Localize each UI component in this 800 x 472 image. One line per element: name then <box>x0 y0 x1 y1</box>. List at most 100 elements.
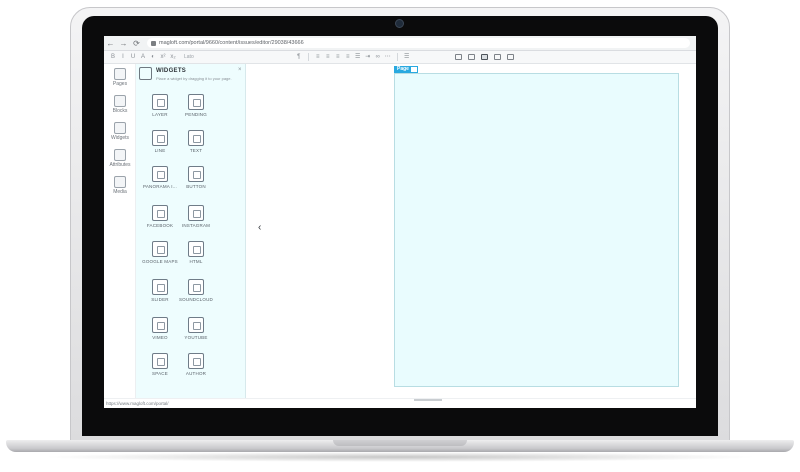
more-icon[interactable]: ⋯ <box>383 51 393 64</box>
widget-youtube[interactable]: YOUTUBE <box>178 317 214 347</box>
space-icon <box>152 353 168 369</box>
rail-item-media[interactable]: Media <box>107 176 133 195</box>
status-link: https://www.magloft.com/portal/ <box>106 401 169 406</box>
youtube-icon <box>188 317 204 333</box>
rail-item-widgets[interactable]: Widgets <box>107 122 133 141</box>
widgets-icon <box>139 67 152 80</box>
widget-soundcloud[interactable]: SOUNDCLOUD <box>178 279 214 309</box>
pending-icon <box>188 94 204 110</box>
widget-label: YOUTUBE <box>184 335 208 340</box>
rail-item-attributes[interactable]: Attributes <box>107 149 133 168</box>
widget-label: LAYER <box>152 112 168 117</box>
editor-toolbar: B I U A ◐ x² x₂ Lato ¶ ≡ ≡ ≡ ≡ ☰ ⇥ ∞ ⋯ ☰ <box>104 51 696 64</box>
collapse-panel-icon[interactable]: ‹ <box>258 222 261 233</box>
line-icon <box>152 130 168 146</box>
widget-google-maps[interactable]: GOOGLE MAPS <box>142 241 178 271</box>
widget-space[interactable]: SPACE <box>142 353 178 383</box>
screen: ← → ⟳ magloft.com/portal/9660/content/is… <box>104 36 696 408</box>
forward-icon[interactable]: → <box>117 37 130 50</box>
align-right-icon[interactable]: ≡ <box>333 51 343 64</box>
justify-icon[interactable]: ≡ <box>343 51 353 64</box>
superscript-icon[interactable]: x² <box>158 51 168 64</box>
widgets-panel: WIDGETS Place a widget by dragging it to… <box>136 64 246 398</box>
paragraph-icon[interactable]: ¶ <box>294 51 304 64</box>
widget-vimeo[interactable]: VIMEO <box>142 317 178 347</box>
widget-label: TEXT <box>189 148 203 153</box>
back-icon[interactable]: ← <box>104 37 117 50</box>
pages-icon <box>114 68 126 80</box>
fill-icon[interactable]: ◐ <box>148 51 158 64</box>
facebook-icon <box>152 205 168 221</box>
widget-label: INSTAGRAM <box>181 223 211 228</box>
left-rail: Pages Blocks Widgets Attributes Media <box>104 64 136 398</box>
widget-label: HTML <box>189 259 203 264</box>
reload-icon[interactable]: ⟳ <box>130 37 143 50</box>
browser-bar: ← → ⟳ magloft.com/portal/9660/content/is… <box>104 36 696 51</box>
bold-icon[interactable]: B <box>108 51 118 64</box>
rail-label: Widgets <box>110 135 130 141</box>
attributes-icon <box>114 149 126 161</box>
phone-landscape-device-icon[interactable] <box>467 54 475 60</box>
text-color-icon[interactable]: A <box>138 51 148 64</box>
blocks-icon <box>114 95 126 107</box>
widget-author[interactable]: AUTHOR <box>178 353 214 383</box>
panorama-icon <box>152 166 168 182</box>
widget-line[interactable]: LINE <box>142 130 178 160</box>
widget-button[interactable]: BUTTON <box>178 166 214 196</box>
button-icon <box>188 166 204 182</box>
subscript-icon[interactable]: x₂ <box>168 51 178 64</box>
widget-instagram[interactable]: INSTAGRAM <box>178 205 214 235</box>
panel-subtitle: Place a widget by dragging it to your pa… <box>156 76 232 81</box>
layer-icon <box>152 94 168 110</box>
widget-label: AUTHOR <box>185 371 207 376</box>
rail-label: Blocks <box>112 108 128 114</box>
italic-icon[interactable]: I <box>118 51 128 64</box>
widget-label: SLIDER <box>151 297 169 302</box>
widget-slider[interactable]: SLIDER <box>142 279 178 309</box>
widget-label: GOOGLE MAPS <box>142 259 178 264</box>
page-canvas[interactable] <box>394 73 679 387</box>
font-select[interactable]: Lato <box>184 54 194 60</box>
laptop-notch <box>333 440 467 446</box>
address-bar[interactable]: magloft.com/portal/9660/content/issues/e… <box>147 38 690 48</box>
soundcloud-icon <box>188 279 204 295</box>
panel-header: WIDGETS Place a widget by dragging it to… <box>136 64 245 86</box>
rail-item-blocks[interactable]: Blocks <box>107 95 133 114</box>
tablet-landscape-device-icon[interactable] <box>493 54 501 60</box>
laptop-shadow <box>40 452 760 462</box>
list-icon[interactable]: ☰ <box>353 51 363 64</box>
align-left-icon[interactable]: ≡ <box>313 51 323 64</box>
status-bar: https://www.magloft.com/portal/ <box>104 398 696 408</box>
rail-label: Attributes <box>109 162 131 168</box>
vimeo-icon <box>152 317 168 333</box>
link-icon[interactable]: ∞ <box>373 51 383 64</box>
desktop-device-icon[interactable] <box>506 54 514 60</box>
underline-icon[interactable]: U <box>128 51 138 64</box>
indent-icon[interactable]: ⇥ <box>363 51 373 64</box>
rail-label: Pages <box>112 81 128 87</box>
widget-facebook[interactable]: FACEBOOK <box>142 205 178 235</box>
page-options-icon[interactable] <box>410 66 418 73</box>
close-icon[interactable]: × <box>238 67 242 73</box>
scroll-handle[interactable] <box>414 399 442 401</box>
media-icon <box>114 176 126 188</box>
rail-label: Media <box>113 189 127 195</box>
html-icon <box>188 241 204 257</box>
widget-label: SPACE <box>152 371 168 376</box>
camera-icon <box>395 19 404 28</box>
widget-text[interactable]: TEXT <box>178 130 214 160</box>
tablet-device-icon[interactable] <box>480 54 488 60</box>
google-maps-icon <box>152 241 168 257</box>
widget-label: SOUNDCLOUD <box>178 297 213 302</box>
url-text: magloft.com/portal/9660/content/issues/e… <box>159 40 304 46</box>
widget-layer[interactable]: LAYER <box>142 94 178 124</box>
author-icon <box>188 353 204 369</box>
widget-html[interactable]: HTML <box>178 241 214 271</box>
widget-pending[interactable]: PENDING <box>178 94 214 124</box>
phone-device-icon[interactable] <box>454 54 462 60</box>
align-center-icon[interactable]: ≡ <box>323 51 333 64</box>
rail-item-pages[interactable]: Pages <box>107 68 133 87</box>
widget-panorama[interactable]: PANORAMA I... <box>142 166 178 196</box>
menu-icon[interactable]: ☰ <box>402 51 412 64</box>
slider-icon <box>152 279 168 295</box>
